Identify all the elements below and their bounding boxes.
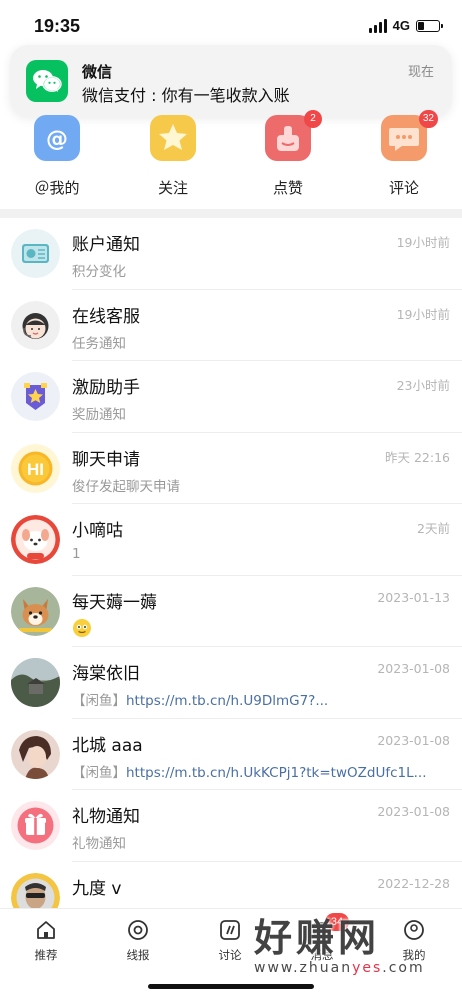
subtitle-link: https://m.tb.cn/h.U9DlmG7?... (126, 693, 329, 709)
message-name: 在线客服 (72, 306, 140, 327)
message-icon: 34 (311, 913, 349, 941)
message-name: 海棠依旧 (72, 664, 140, 684)
tab-label: 线报 (126, 948, 150, 962)
subtitle-link: https://m.tb.cn/h.UkKCPj1?tk=twOZdUfc1L.… (126, 764, 427, 781)
subtitle-prefix: 【闲鱼】 (72, 693, 126, 709)
tab-deals[interactable]: 线报 (92, 909, 184, 963)
badge-avatar-icon (11, 372, 60, 421)
quick-action-follow[interactable]: 关注 (133, 115, 213, 198)
at-icon: @ (34, 115, 80, 161)
quick-action-comments[interactable]: 32 评论 (364, 110, 444, 198)
tab-recommend[interactable]: 推荐 (0, 909, 92, 963)
message-item-beicheng[interactable]: 北城 aaa 【闲鱼】https://m.tb.cn/h.UkKCPj1?tk=… (0, 719, 462, 790)
message-item-account[interactable]: 账户通知 积分变化 19小时前 (0, 218, 462, 290)
comment-icon: 32 (381, 110, 438, 161)
star-icon (150, 115, 196, 161)
status-icons: 4G (368, 18, 443, 33)
notification-message: 微信支付 : 你有一笔收款入账 (82, 86, 290, 105)
dog-2022-avatar-icon (11, 515, 60, 564)
message-item-xiaodigu[interactable]: 小嘀咕 1 2天前 (0, 504, 462, 576)
message-list: 账户通知 积分变化 19小时前 在线客服 任务通知 19小时前 激励助手 奖励通… (0, 218, 462, 933)
message-subtitle: 礼物通知 (72, 836, 126, 852)
landscape-avatar-icon (11, 658, 60, 707)
message-subtitle: 1 (72, 546, 81, 562)
quick-action-label: 点赞 (272, 179, 303, 197)
message-item-support[interactable]: 在线客服 任务通知 19小时前 (0, 290, 462, 361)
message-subtitle: 俊仔发起聊天申请 (72, 478, 180, 495)
message-time: 2天前 (417, 521, 450, 536)
message-item-chat-request[interactable]: HI 聊天申请 俊仔发起聊天申请 昨天 22:16 (0, 433, 462, 504)
section-divider (0, 209, 462, 218)
network-type: 4G (392, 18, 410, 33)
signal-icon (368, 18, 387, 33)
message-subtitle: 奖励通知 (72, 407, 126, 423)
gift-avatar-icon (11, 801, 60, 850)
support-agent-avatar-icon (11, 300, 60, 350)
svg-text:@: @ (46, 127, 68, 152)
tab-label: 消息 (310, 948, 334, 962)
like-icon: 2 (265, 110, 322, 161)
comments-badge: 32 (418, 110, 438, 128)
message-time: 23小时前 (396, 378, 450, 393)
message-time: 2023-01-08 (377, 661, 450, 676)
wallet-avatar-icon (11, 229, 60, 278)
notification-banner[interactable]: 微信 微信支付 : 你有一笔收款入账 现在 (10, 45, 452, 117)
profile-icon (403, 919, 425, 941)
quick-action-label: ＠我的 (34, 179, 80, 197)
message-item-gift[interactable]: 礼物通知 礼物通知 2023-01-08 (0, 790, 462, 862)
message-subtitle: 【闲鱼】https://m.tb.cn/h.U9DlmG7?... (72, 689, 328, 709)
wechat-icon (26, 60, 68, 102)
tab-profile[interactable]: 我的 (368, 909, 460, 963)
likes-badge: 2 (304, 110, 322, 128)
message-name: 账户通知 (72, 235, 140, 255)
messages-badge: 34 (325, 913, 349, 931)
quick-action-mentions[interactable]: @ ＠我的 (17, 115, 97, 198)
message-name: 礼物通知 (72, 807, 140, 827)
message-item-haitang[interactable]: 海棠依旧 【闲鱼】https://m.tb.cn/h.U9DlmG7?... 2… (0, 647, 462, 719)
emoji-icon (72, 618, 92, 642)
quick-action-likes[interactable]: 2 点赞 (248, 110, 328, 198)
tab-messages[interactable]: 34 消息 (276, 909, 368, 963)
message-time: 19小时前 (396, 306, 450, 322)
message-name: 每天薅一薅 (72, 592, 157, 613)
svg-text:HI: HI (27, 460, 44, 479)
message-time: 2022-12-28 (377, 875, 450, 891)
corgi-avatar-icon (11, 586, 60, 636)
target-icon (127, 919, 149, 941)
message-name: 激励助手 (72, 378, 140, 398)
hi-avatar-icon: HI (11, 443, 60, 493)
notification-app-name: 微信 (82, 63, 113, 81)
portrait-avatar-icon (11, 729, 60, 779)
message-name: 小嘀咕 (72, 521, 123, 541)
message-subtitle: 积分变化 (72, 264, 126, 280)
message-name: 聊天申请 (72, 449, 140, 470)
tab-label: 推荐 (34, 948, 58, 962)
home-indicator[interactable] (148, 984, 314, 989)
tab-discuss[interactable]: 讨论 (184, 909, 276, 963)
message-time: 2023-01-08 (377, 804, 450, 819)
quick-action-label: 评论 (388, 179, 419, 197)
battery-icon (416, 19, 443, 32)
message-time: 2023-01-08 (377, 732, 450, 748)
message-time: 昨天 22:16 (385, 449, 450, 465)
message-item-reward[interactable]: 激励助手 奖励通知 23小时前 (0, 361, 462, 433)
message-name: 北城 aaa (72, 735, 143, 756)
discuss-icon (219, 919, 241, 941)
tab-label: 我的 (402, 948, 426, 962)
message-time: 2023-01-13 (377, 589, 450, 605)
message-item-daily[interactable]: 每天薅一薅 2023-01-13 (0, 576, 462, 647)
message-subtitle: 【闲鱼】https://m.tb.cn/h.UkKCPj1?tk=twOZdUf… (72, 761, 427, 781)
status-time: 19:35 (34, 16, 81, 36)
tab-label: 讨论 (218, 948, 242, 962)
home-icon (35, 919, 57, 941)
quick-action-label: 关注 (157, 179, 188, 197)
message-name: 九度 v (72, 878, 122, 899)
subtitle-prefix: 【闲鱼】 (72, 764, 126, 781)
message-time: 19小时前 (396, 235, 450, 250)
status-bar: 19:35 4G (0, 0, 462, 44)
message-subtitle: 任务通知 (72, 335, 126, 352)
notification-time: 现在 (407, 65, 434, 80)
quick-actions: @ ＠我的 关注 2 点赞 32 评论 (0, 110, 462, 207)
